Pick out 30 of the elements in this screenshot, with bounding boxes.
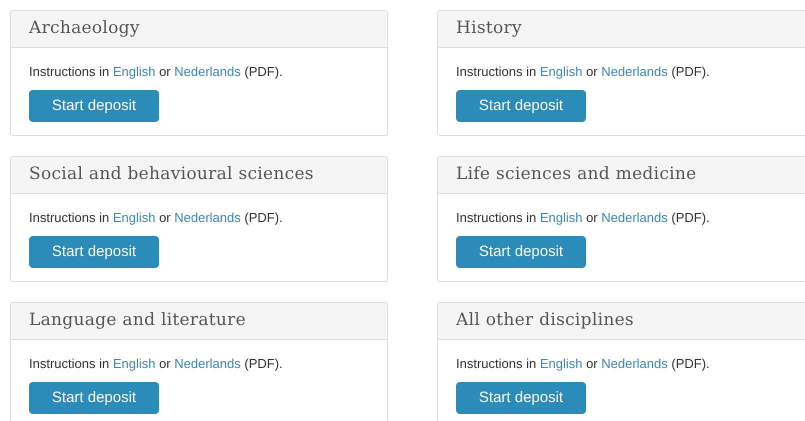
instructions-text: Instructions in English or Nederlands (PDF). (456, 209, 711, 227)
nederlands-link[interactable]: Nederlands (174, 64, 241, 79)
english-link[interactable]: English (112, 64, 156, 79)
nederlands-link[interactable]: Nederlands (174, 356, 241, 371)
card-title: Social and behavioural sciences (29, 163, 314, 186)
english-link[interactable]: English (540, 356, 582, 371)
card-title: History (456, 17, 522, 40)
card-title: Archaeology (29, 17, 140, 40)
nederlands-link[interactable]: Nederlands (601, 356, 668, 371)
instructions-text: Instructions in English or Nederlands (PDF). (29, 355, 284, 373)
english-link[interactable]: English (112, 210, 156, 225)
start-deposit-button[interactable]: Start deposit (29, 382, 159, 414)
english-link[interactable]: English (112, 356, 156, 371)
instructions-text: Instructions in English or Nederlands (PDF). (456, 355, 711, 373)
instructions-text: Instructions in English or Nederlands (PDF). (29, 209, 284, 227)
start-deposit-button[interactable]: Start deposit (456, 236, 586, 268)
card-title: Language and literature (29, 309, 246, 332)
card-title: Life sciences and medicine (456, 163, 697, 186)
start-deposit-button[interactable]: Start deposit (456, 382, 586, 414)
english-link[interactable]: English (540, 210, 582, 225)
english-link[interactable]: English (540, 64, 582, 79)
instructions-text: Instructions in English or Nederlands (PDF). (456, 63, 711, 81)
start-deposit-button[interactable]: Start deposit (29, 236, 159, 268)
nederlands-link[interactable]: Nederlands (601, 64, 668, 79)
start-deposit-button[interactable]: Start deposit (29, 90, 159, 122)
card-title: All other disciplines (456, 309, 634, 332)
start-deposit-button[interactable]: Start deposit (456, 90, 586, 122)
instructions-text: Instructions in English or Nederlands (PDF). (29, 63, 284, 81)
nederlands-link[interactable]: Nederlands (174, 210, 241, 225)
nederlands-link[interactable]: Nederlands (601, 210, 668, 225)
